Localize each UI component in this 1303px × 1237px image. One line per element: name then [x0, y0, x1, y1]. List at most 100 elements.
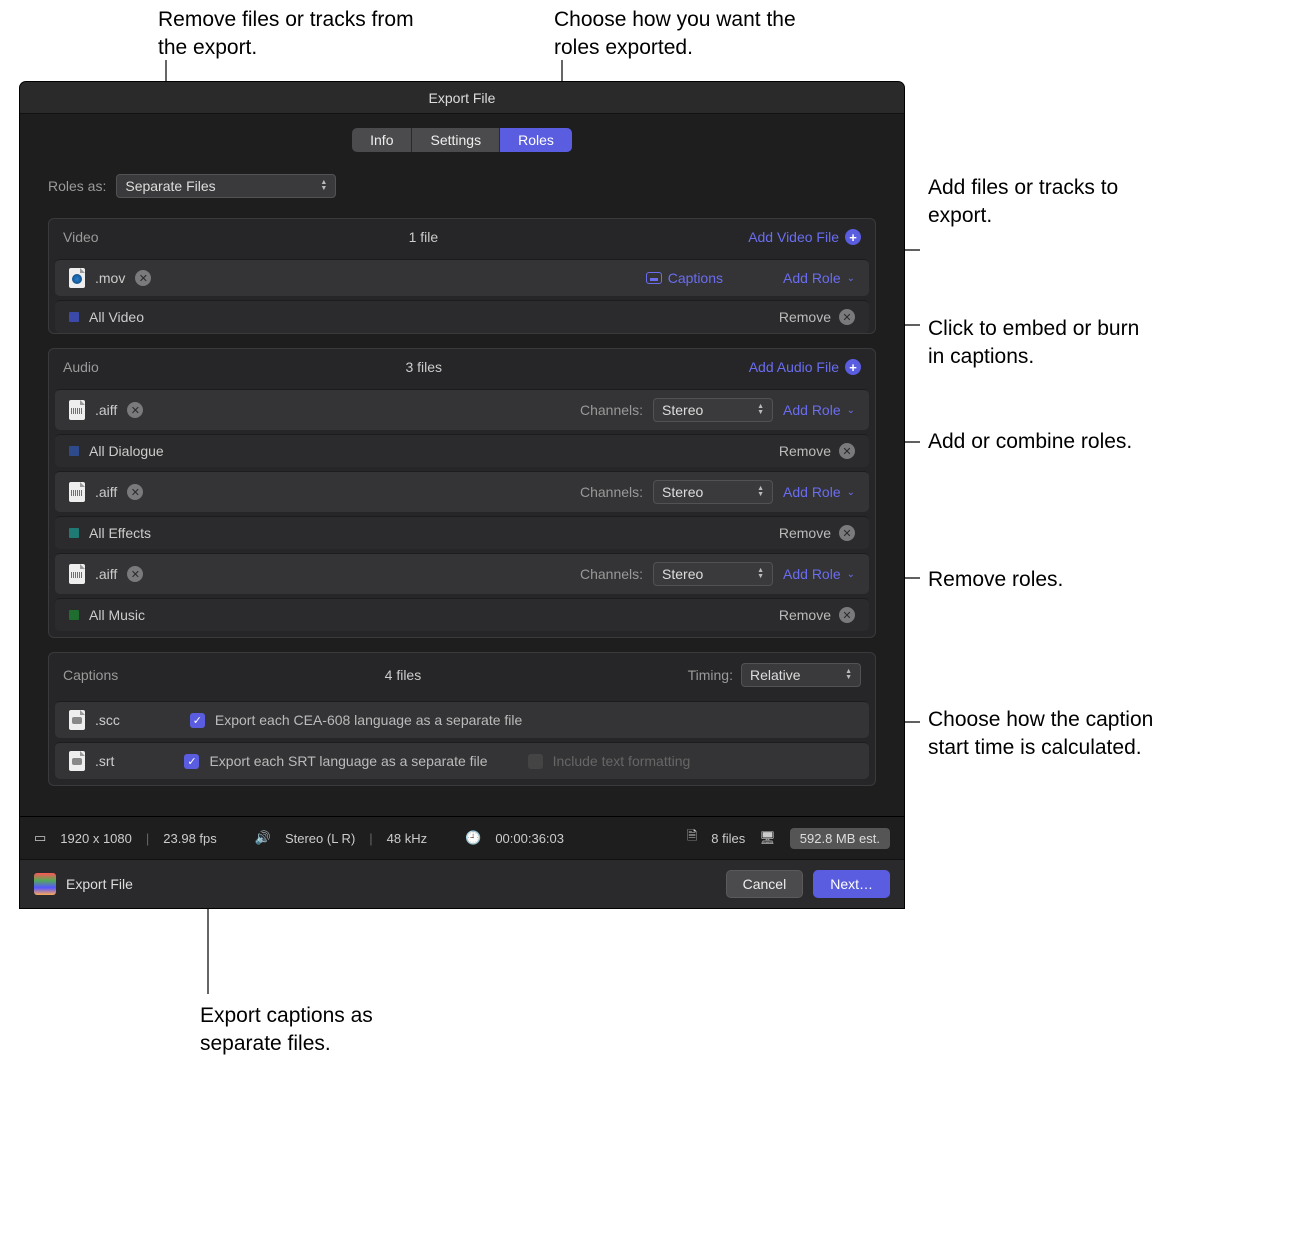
aiff-file-icon	[69, 564, 85, 584]
channels-select[interactable]: Stereo ▲▼	[653, 480, 773, 504]
channels-label: Channels:	[580, 484, 643, 500]
audio-file-row: .aiff ✕ Channels: Stereo ▲▼ Add Role ⌄	[55, 471, 869, 512]
tab-roles[interactable]: Roles	[500, 128, 572, 152]
display-icon: 🖥	[759, 830, 776, 846]
remove-role-button[interactable]: Remove ✕	[779, 443, 855, 459]
remove-file-icon[interactable]: ✕	[127, 402, 143, 418]
video-title: Video	[63, 229, 99, 245]
remove-role-button[interactable]: Remove ✕	[779, 309, 855, 325]
close-icon: ✕	[839, 525, 855, 541]
channels-label: Channels:	[580, 402, 643, 418]
swatch	[69, 312, 79, 322]
annotation-remove-files: Remove files or tracks from the export.	[158, 6, 438, 63]
remove-role-button[interactable]: Remove ✕	[779, 607, 855, 623]
caption-scc-row: .scc ✓ Export each CEA-608 language as a…	[55, 701, 869, 738]
caption-file-icon	[69, 751, 85, 771]
audio-role-row: All Music Remove ✕	[55, 598, 869, 631]
close-icon: ✕	[839, 607, 855, 623]
captions-count: 4 files	[118, 667, 687, 683]
updown-icon: ▲▼	[320, 180, 327, 192]
audio-file-row: .aiff ✕ Channels: Stereo ▲▼ Add Role ⌄	[55, 553, 869, 594]
tab-bar: Info Settings Roles	[20, 128, 904, 152]
status-audio: Stereo (L R)	[285, 831, 355, 846]
video-role-row: All Video Remove ✕	[55, 300, 869, 333]
speaker-icon: 🔊	[255, 830, 271, 846]
channels-label: Channels:	[580, 566, 643, 582]
timing-select[interactable]: Relative ▲▼	[741, 663, 861, 687]
annotation-export-captions: Export captions as separate files.	[200, 1002, 430, 1059]
next-button[interactable]: Next…	[813, 870, 890, 898]
status-files: 8 files	[711, 831, 745, 846]
audio-title: Audio	[63, 359, 99, 375]
tab-info[interactable]: Info	[352, 128, 412, 152]
mov-file-icon	[69, 268, 85, 288]
file-icon: 🗎	[687, 827, 697, 849]
scc-label: Export each CEA-608 language as a separa…	[215, 712, 522, 728]
remove-file-icon[interactable]: ✕	[127, 484, 143, 500]
tab-settings[interactable]: Settings	[412, 128, 500, 152]
swatch	[69, 528, 79, 538]
add-role-video-button[interactable]: Add Role ⌄	[783, 270, 855, 286]
annotation-timing: Choose how the caption start time is cal…	[928, 706, 1158, 763]
roles-as-select[interactable]: Separate Files ▲▼	[116, 174, 336, 198]
srt-label: Export each SRT language as a separate f…	[209, 753, 487, 769]
status-resolution: 1920 x 1080	[60, 831, 132, 846]
annotation-add-files: Add files or tracks to export.	[928, 174, 1128, 231]
caption-file-icon	[69, 710, 85, 730]
srt-checkbox[interactable]: ✓	[184, 754, 199, 769]
plus-icon: +	[845, 359, 861, 375]
status-duration: 00:00:36:03	[495, 831, 564, 846]
add-audio-file-button[interactable]: Add Audio File +	[749, 359, 861, 375]
status-khz: 48 kHz	[387, 831, 427, 846]
cancel-button[interactable]: Cancel	[726, 870, 804, 898]
captions-title: Captions	[63, 667, 118, 683]
footer-title: Export File	[66, 876, 133, 892]
add-role-audio-button[interactable]: Add Role ⌄	[783, 566, 855, 582]
monitor-icon: ▭	[34, 830, 46, 846]
updown-icon: ▲▼	[757, 486, 764, 498]
chevron-down-icon: ⌄	[847, 405, 855, 416]
captions-button[interactable]: Captions	[646, 270, 723, 286]
video-section: Video 1 file Add Video File + .mov ✕ Cap…	[48, 218, 876, 334]
audio-file-row: .aiff ✕ Channels: Stereo ▲▼ Add Role ⌄	[55, 389, 869, 430]
captions-section: Captions 4 files Timing: Relative ▲▼ .sc…	[48, 652, 876, 786]
clock-icon: 🕘	[465, 830, 481, 846]
titlebar: Export File	[20, 82, 904, 114]
scc-checkbox[interactable]: ✓	[190, 713, 205, 728]
video-file-row: .mov ✕ Captions Add Role ⌄	[55, 259, 869, 296]
video-role-name: All Video	[89, 309, 144, 325]
annotation-choose-roles: Choose how you want the roles exported.	[554, 6, 834, 63]
remove-role-button[interactable]: Remove ✕	[779, 525, 855, 541]
include-formatting-label: Include text formatting	[553, 753, 691, 769]
audio-role-row: All Effects Remove ✕	[55, 516, 869, 549]
footer: Export File Cancel Next…	[20, 859, 904, 908]
status-bar: ▭ 1920 x 1080 | 23.98 fps 🔊 Stereo (L R)…	[20, 816, 904, 859]
add-role-audio-button[interactable]: Add Role ⌄	[783, 484, 855, 500]
roles-as-label: Roles as:	[48, 178, 106, 194]
audio-section: Audio 3 files Add Audio File + .aiff ✕ C…	[48, 348, 876, 638]
aiff-file-icon	[69, 482, 85, 502]
add-role-audio-button[interactable]: Add Role ⌄	[783, 402, 855, 418]
roles-as-value: Separate Files	[125, 178, 215, 194]
updown-icon: ▲▼	[845, 669, 852, 681]
chevron-down-icon: ⌄	[847, 487, 855, 498]
chevron-down-icon: ⌄	[847, 569, 855, 580]
role-name: All Dialogue	[89, 443, 164, 459]
audio-role-row: All Dialogue Remove ✕	[55, 434, 869, 467]
app-icon	[34, 873, 56, 895]
remove-file-icon[interactable]: ✕	[135, 270, 151, 286]
aiff-file-icon	[69, 400, 85, 420]
swatch	[69, 446, 79, 456]
include-formatting-checkbox[interactable]: ✓	[528, 754, 543, 769]
video-file-ext: .mov	[95, 270, 125, 286]
channels-select[interactable]: Stereo ▲▼	[653, 398, 773, 422]
audio-count: 3 files	[99, 359, 749, 375]
chevron-down-icon: ⌄	[847, 273, 855, 284]
add-video-file-button[interactable]: Add Video File +	[748, 229, 861, 245]
remove-file-icon[interactable]: ✕	[127, 566, 143, 582]
plus-icon: +	[845, 229, 861, 245]
channels-select[interactable]: Stereo ▲▼	[653, 562, 773, 586]
annotation-captions-embed: Click to embed or burn in captions.	[928, 315, 1158, 372]
video-count: 1 file	[99, 229, 749, 245]
captions-icon	[646, 272, 662, 284]
